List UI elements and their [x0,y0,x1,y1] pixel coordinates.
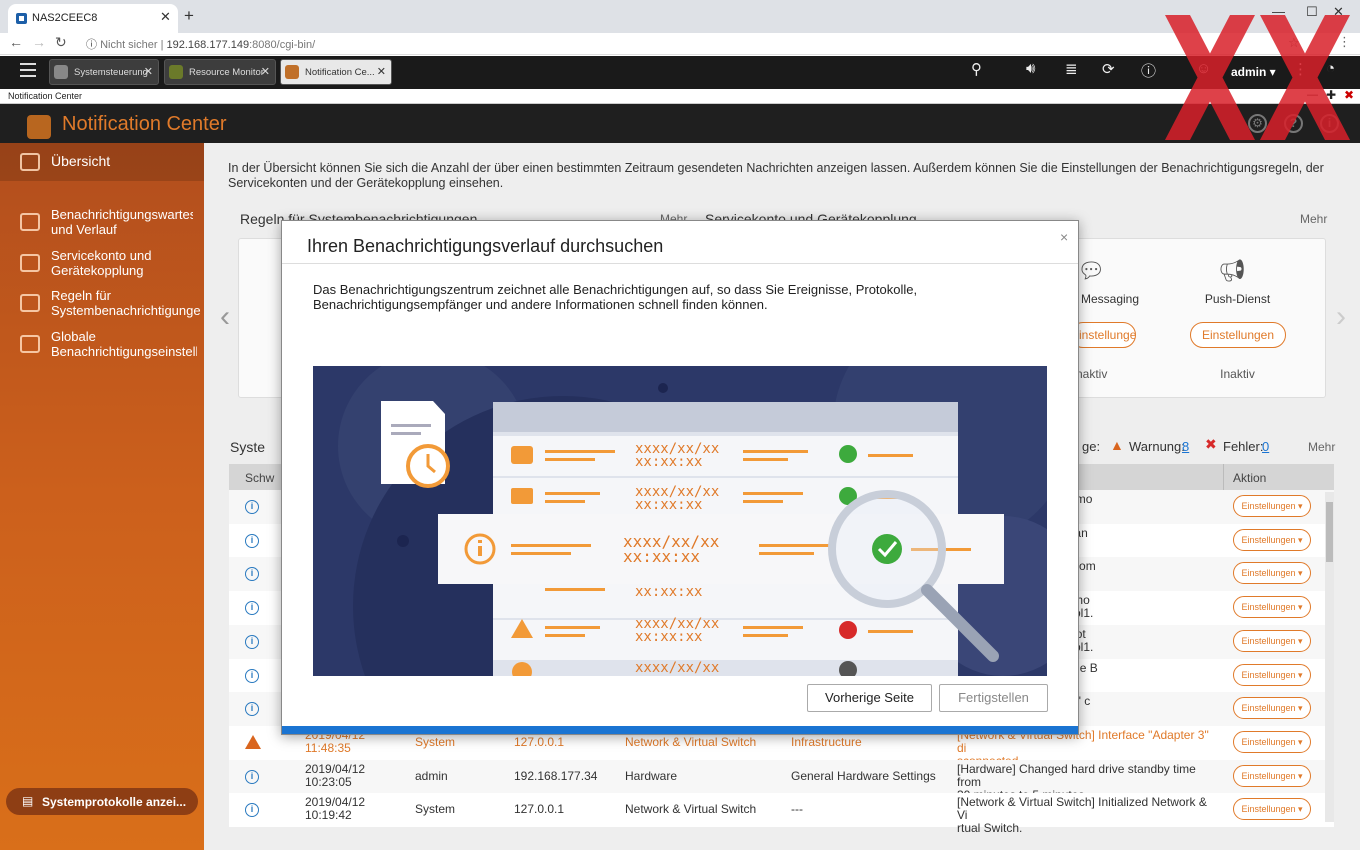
taskbar-tab-label: Resource Monitor [189,67,264,78]
maximize-icon[interactable]: ☐ [1306,4,1318,20]
illus-time: xx:xx:xx [623,547,700,566]
search-icon[interactable]: ⚲ [971,60,982,78]
back-icon[interactable]: ← [9,34,23,50]
minimize-window-icon[interactable]: — [1307,89,1318,101]
rules-icon [20,294,40,312]
url-path: :8080/cgi-bin/ [249,39,316,51]
sidebar-item-label: Übersicht [51,154,111,169]
close-window-icon[interactable]: ✕ [1333,4,1344,20]
hamburger-menu-icon[interactable] [20,63,36,77]
dialog-description: Das Benachrichtigungszentrum zeichnet al… [313,282,918,312]
dialog-title: Ihren Benachrichtigungsverlauf durchsuch… [307,236,664,256]
notification-icon [285,65,299,79]
user-icon[interactable]: ☺ [1196,60,1211,77]
global-icon [20,335,40,353]
finish-button[interactable]: Fertigstellen [939,684,1048,712]
sidebar-item-rules[interactable]: Regeln für Systembenachrichtigungen [0,286,204,320]
wizard-dialog: Ihren Benachrichtigungsverlauf durchsuch… [281,220,1079,735]
gear-icon [54,65,68,79]
notification-center-logo-icon [27,115,51,139]
app-header: Notification Center ⚙ ? i [0,104,1360,143]
taskbar-tab-label: Notification Ce... [305,67,375,78]
sidebar-item-global[interactable]: Globale Benachrichtigungseinstellungen [0,327,204,361]
help-icon[interactable]: ? [1284,114,1303,133]
sidebar-item-label: Globale Benachrichtigungseinstellungen [51,329,197,359]
window-title: Notification Center [8,91,83,101]
more-icon[interactable]: ⋮ [1293,60,1308,78]
taskbar-tab-systemsteuerung[interactable]: Systemsteuerung ✕ [49,59,159,85]
system-logs-label: Systemprotokolle anzei... [42,795,187,809]
url-host: 192.168.177.149 [166,39,250,51]
chart-icon [20,153,40,171]
info-icon[interactable]: ⓘ [1141,60,1156,81]
close-icon[interactable]: × [1060,229,1068,245]
log-icon: ▤ [22,794,34,808]
taskbar-tab-resource-monitor[interactable]: Resource Monitor ✕ [164,59,276,85]
browser-tab-bar: NAS2CEEC8 ✕ + — ☐ ✕ [0,0,1360,33]
app-title: Notification Center [62,113,227,135]
sidebar-item-label: Servicekonto und Gerätekopplung [51,248,152,278]
user-menu[interactable]: admin ▾ [1231,65,1276,79]
notification-history-illustration: xxxx/xx/xx xx:xx:xx xxxx/xx/xx xx:xx:xx … [313,366,1047,676]
sidebar-item-overview[interactable]: Übersicht [0,143,204,181]
illus-time: xx:xx:xx [635,584,702,600]
queue-icon [20,213,40,231]
illus-time: xx:xx:xx [635,454,702,470]
illus-date: xxxx/xx/xx [635,660,719,676]
address-bar: ← → ↻ ⓘ Nicht sicher | 192.168.177.149:8… [0,33,1360,55]
close-icon[interactable]: ✕ [377,65,386,78]
system-logs-button[interactable]: ▤ Systemprotokolle anzei... [6,788,198,815]
close-icon[interactable]: ✕ [261,65,270,78]
sync-icon[interactable]: ⟳ [1102,60,1115,78]
expand-window-icon[interactable]: ✚ [1326,88,1336,102]
star-icon[interactable]: ☆ [1288,35,1300,51]
dashboard-icon[interactable]: ◔ [1326,60,1335,77]
browser-tab[interactable]: NAS2CEEC8 ✕ [8,4,178,33]
minimize-icon[interactable]: — [1272,4,1285,19]
reload-icon[interactable]: ↻ [55,34,67,51]
url-security-label: Nicht sicher [100,39,158,51]
info-icon: ⓘ [86,39,101,51]
close-icon[interactable]: ✕ [144,65,153,78]
about-icon[interactable]: i [1320,114,1339,133]
window-titlebar: Notification Center — ✚ ✖ [0,88,1360,104]
settings-icon[interactable]: ⚙ [1248,114,1267,133]
illus-time: xx:xx:xx [635,497,702,513]
url-field[interactable]: ⓘ Nicht sicher | 192.168.177.149:8080/cg… [86,36,315,52]
volume-icon[interactable]: 🔊︎ [1026,60,1035,77]
service-icon [20,254,40,272]
stack-icon[interactable]: ≣ [1065,60,1078,78]
taskbar-tab-notification-center[interactable]: Notification Ce... ✕ [280,59,392,85]
browser-menu-icon[interactable]: ⋮ [1338,34,1351,50]
browser-tab-title: NAS2CEEC8 [32,12,98,24]
qts-taskbar: Systemsteuerung ✕ Resource Monitor ✕ Not… [0,56,1360,89]
close-window-icon[interactable]: ✖ [1344,88,1354,102]
new-tab-button[interactable]: + [184,6,194,26]
nas-favicon-icon [16,13,27,24]
previous-page-button[interactable]: Vorherige Seite [807,684,932,712]
forward-icon[interactable]: → [32,34,46,50]
taskbar-tab-label: Systemsteuerung [74,67,148,78]
sidebar-item-label: Regeln für Systembenachrichtigungen [51,288,201,318]
close-tab-icon[interactable]: ✕ [160,9,171,25]
sidebar-item-service[interactable]: Servicekonto und Gerätekopplung [0,246,204,280]
illus-time: xx:xx:xx [635,629,702,645]
sidebar-item-label: Benachrichtigungswarteschlange und Verla… [51,207,193,237]
monitor-icon [169,65,183,79]
wizard-progress-bar [282,726,1078,734]
sidebar-item-queue[interactable]: Benachrichtigungswarteschlange und Verla… [0,205,204,239]
